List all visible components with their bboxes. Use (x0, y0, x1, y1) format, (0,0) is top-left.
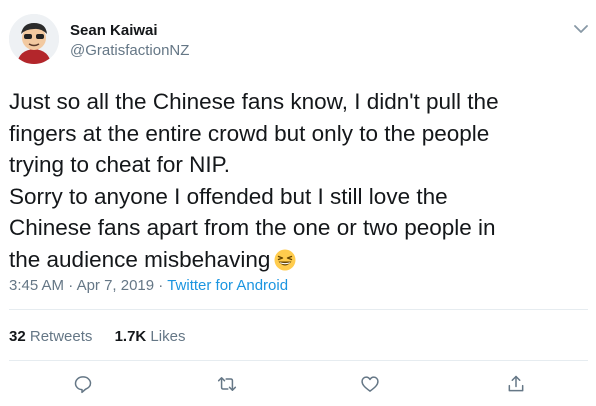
avatar[interactable] (9, 14, 59, 64)
retweet-icon (217, 377, 237, 391)
tweet-source-link[interactable]: Twitter for Android (167, 277, 288, 294)
meta-separator: · (154, 277, 168, 294)
share-button[interactable] (504, 372, 528, 396)
divider (9, 309, 588, 310)
likes-label: Likes (150, 328, 186, 345)
share-icon (508, 375, 524, 392)
tweet-text: Just so all the Chinese fans know, I did… (9, 86, 589, 275)
tweet-line: trying to cheat for NIP. (9, 152, 230, 177)
reply-icon (74, 376, 92, 394)
likes-stat[interactable]: 1.7K Likes (115, 328, 186, 345)
chevron-down-icon[interactable] (574, 24, 588, 34)
retweets-label: Retweets (29, 328, 93, 345)
tweet-date[interactable]: Apr 7, 2019 (77, 277, 155, 294)
tweet-time[interactable]: 3:45 AM (9, 277, 64, 294)
like-icon (361, 376, 379, 392)
grinning-squinting-face-icon (274, 249, 296, 270)
cartoon-avatar-icon (9, 14, 59, 64)
reply-button[interactable] (71, 372, 95, 396)
tweet-line: Just so all the Chinese fans know, I did… (9, 89, 499, 114)
meta-separator: · (64, 277, 77, 294)
author-handle[interactable]: @GratisfactionNZ (70, 42, 189, 59)
tweet-line: fingers at the entire crowd but only to … (9, 120, 490, 146)
tweet-line: the audience misbehaving (9, 246, 271, 272)
tweet-stats: 32 Retweets 1.7K Likes (9, 328, 203, 345)
retweets-stat[interactable]: 32 Retweets (9, 328, 92, 345)
tweet-meta: 3:45 AM · Apr 7, 2019 · Twitter for Andr… (9, 277, 288, 294)
retweet-button[interactable] (215, 372, 239, 396)
retweets-count: 32 (9, 328, 26, 345)
likes-count: 1.7K (114, 328, 147, 345)
divider (9, 360, 588, 361)
author-display-name[interactable]: Sean Kaiwai (70, 22, 158, 39)
tweet-line: Chinese fans apart from the one or two p… (9, 215, 496, 240)
tweet-line: Sorry to anyone I offended but I still l… (9, 183, 448, 209)
like-button[interactable] (358, 372, 382, 396)
